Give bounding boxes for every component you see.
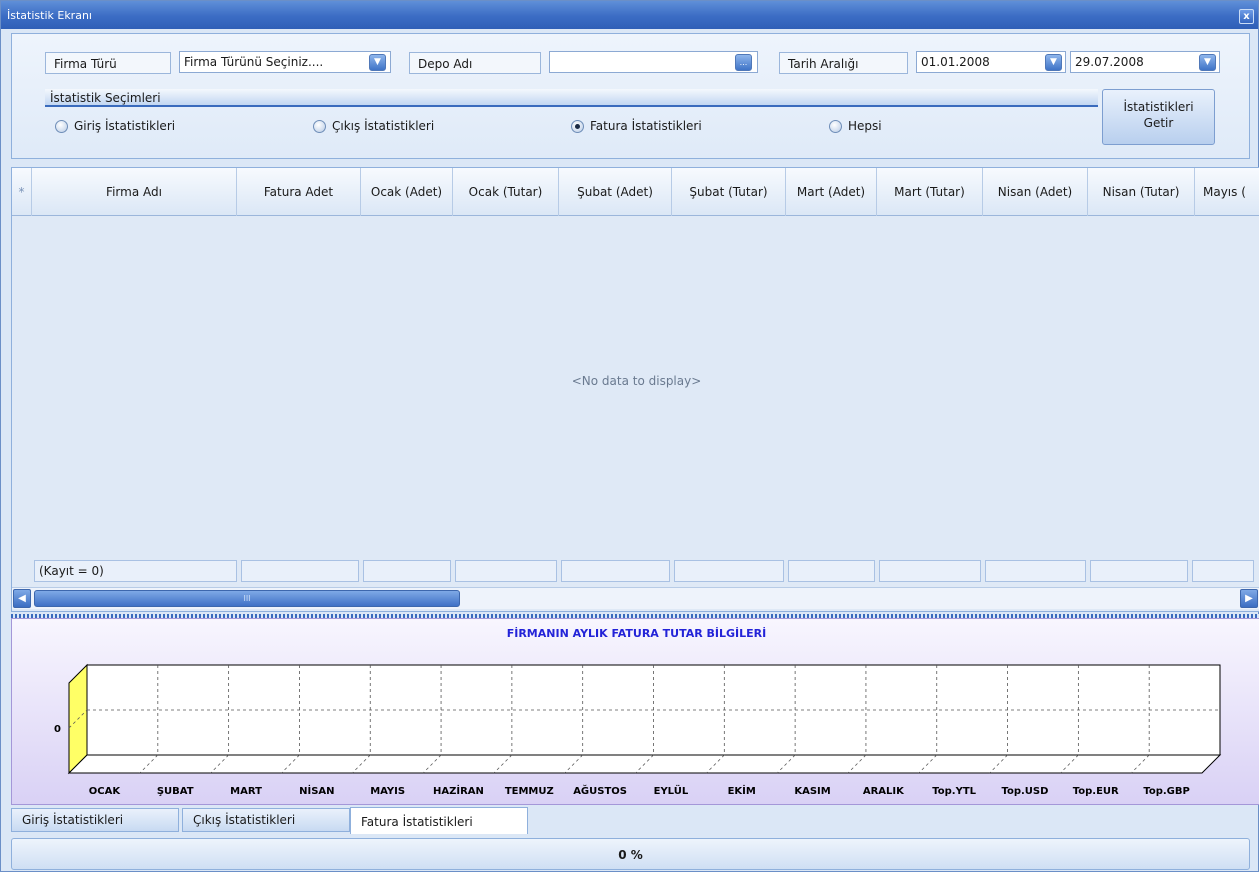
column-header[interactable]: Ocak (Adet) bbox=[361, 168, 453, 216]
footer-cell bbox=[674, 560, 784, 582]
column-header[interactable]: Şubat (Tutar) bbox=[672, 168, 786, 216]
radio-fatura[interactable]: Fatura İstatistikleri bbox=[571, 117, 702, 135]
footer-record-count: (Kayıt = 0) bbox=[34, 560, 237, 582]
footer-cell bbox=[788, 560, 875, 582]
progress-text: 0 % bbox=[618, 848, 643, 862]
footer-cell bbox=[879, 560, 981, 582]
radio-label: Çıkış İstatistikleri bbox=[332, 119, 435, 133]
radio-hepsi[interactable]: Hepsi bbox=[829, 117, 882, 135]
column-header[interactable]: Fatura Adet bbox=[237, 168, 361, 216]
x-tick-label: Top.YTL bbox=[932, 786, 976, 797]
radio-dot-icon bbox=[55, 119, 68, 133]
depo-label: Depo Adı bbox=[409, 52, 541, 74]
statistics-window: İstatistik Ekranı x Firma Türü Firma Tür… bbox=[0, 0, 1259, 872]
get-statistics-label-line1: İstatistikleri bbox=[1123, 100, 1194, 114]
tarih-end-dropdown-icon[interactable]: ▼ bbox=[1199, 54, 1216, 71]
progress-bar: 0 % bbox=[11, 838, 1250, 870]
firma-turu-combo[interactable]: Firma Türünü Seçiniz.... bbox=[179, 51, 391, 73]
x-tick-label: Top.USD bbox=[1001, 786, 1048, 797]
no-data-message: <No data to display> bbox=[571, 374, 702, 388]
firma-turu-value: Firma Türünü Seçiniz.... bbox=[184, 55, 324, 69]
radio-dot-icon bbox=[829, 119, 842, 133]
footer-cell bbox=[1192, 560, 1254, 582]
tab-cikis[interactable]: Çıkış İstatistikleri bbox=[182, 808, 350, 832]
y-tick-label: 0 bbox=[54, 724, 61, 735]
tarih-label: Tarih Aralığı bbox=[779, 52, 908, 74]
radio-label: Fatura İstatistikleri bbox=[590, 119, 702, 133]
x-tick-label: Top.EUR bbox=[1073, 786, 1119, 797]
radio-cikis[interactable]: Çıkış İstatistikleri bbox=[313, 117, 434, 135]
window-title: İstatistik Ekranı bbox=[7, 9, 92, 22]
x-tick-label: EYLÜL bbox=[654, 783, 689, 797]
scroll-right-icon[interactable]: ▶ bbox=[1240, 589, 1258, 608]
grid-footer: (Kayıt = 0) bbox=[12, 557, 1259, 583]
x-tick-label: EKİM bbox=[728, 783, 756, 797]
column-header[interactable]: Mayıs ( bbox=[1195, 168, 1259, 216]
footer-cell bbox=[561, 560, 670, 582]
grid-header: * Firma Adı Fatura Adet Ocak (Adet) Ocak… bbox=[12, 168, 1259, 216]
x-tick-label: HAZİRAN bbox=[433, 783, 484, 797]
footer-cell bbox=[1090, 560, 1188, 582]
firma-turu-dropdown-icon[interactable]: ▼ bbox=[369, 54, 386, 71]
x-tick-label: AĞUSTOS bbox=[573, 784, 627, 797]
column-header[interactable]: Nisan (Adet) bbox=[983, 168, 1088, 216]
x-tick-label: OCAK bbox=[89, 786, 122, 797]
footer-cell bbox=[363, 560, 451, 582]
monthly-invoice-chart: FİRMANIN AYLIK FATURA TUTAR BİLGİLERİ 0O… bbox=[11, 618, 1259, 805]
scroll-left-icon[interactable]: ◀ bbox=[13, 589, 31, 608]
tarih-start-input[interactable]: 01.01.2008 bbox=[916, 51, 1066, 73]
depo-browse-button[interactable]: ... bbox=[735, 54, 752, 71]
title-bar[interactable]: İstatistik Ekranı x bbox=[1, 1, 1258, 29]
column-header[interactable]: Nisan (Tutar) bbox=[1088, 168, 1195, 216]
x-tick-label: TEMMUZ bbox=[505, 786, 554, 797]
footer-cell bbox=[241, 560, 359, 582]
horizontal-scrollbar[interactable]: ◀ III ▶ bbox=[12, 587, 1259, 609]
radio-giris[interactable]: Giriş İstatistikleri bbox=[55, 117, 175, 135]
tarih-start-value: 01.01.2008 bbox=[921, 55, 990, 69]
column-header[interactable]: Mart (Tutar) bbox=[877, 168, 983, 216]
statistics-grid[interactable]: * Firma Adı Fatura Adet Ocak (Adet) Ocak… bbox=[11, 167, 1259, 612]
column-header[interactable]: Mart (Adet) bbox=[786, 168, 877, 216]
x-tick-label: MAYIS bbox=[370, 786, 405, 797]
new-row-indicator-icon: * bbox=[12, 168, 32, 216]
stat-group-header: İstatistik Seçimleri bbox=[45, 89, 1098, 107]
get-statistics-button[interactable]: İstatistikleri Getir bbox=[1102, 89, 1215, 145]
scroll-thumb[interactable]: III bbox=[34, 590, 460, 607]
footer-cell bbox=[455, 560, 557, 582]
tarih-end-value: 29.07.2008 bbox=[1075, 55, 1144, 69]
radio-label: Hepsi bbox=[848, 119, 882, 133]
x-tick-label: MART bbox=[230, 786, 262, 797]
radio-dot-selected-icon bbox=[571, 119, 584, 133]
column-header[interactable]: Ocak (Tutar) bbox=[453, 168, 559, 216]
filter-panel: Firma Türü Firma Türünü Seçiniz.... ▼ De… bbox=[11, 33, 1250, 159]
tarih-start-dropdown-icon[interactable]: ▼ bbox=[1045, 54, 1062, 71]
tab-strip: Giriş İstatistikleri Çıkış İstatistikler… bbox=[11, 807, 1259, 835]
tab-giris[interactable]: Giriş İstatistikleri bbox=[11, 808, 179, 832]
stat-group-title: İstatistik Seçimleri bbox=[50, 91, 161, 105]
x-tick-label: Top.GBP bbox=[1143, 786, 1189, 797]
depo-input[interactable] bbox=[549, 51, 758, 73]
get-statistics-label-line2: Getir bbox=[1143, 116, 1174, 130]
chart-plot: 0 OCAK ŞUBAT MART NİSAN MAYIS HAZİRAN TEMMUZ AĞU… bbox=[54, 663, 1222, 797]
x-tick-label: NİSAN bbox=[299, 783, 334, 797]
column-header[interactable]: Şubat (Adet) bbox=[559, 168, 672, 216]
radio-dot-icon bbox=[313, 119, 326, 133]
x-tick-label: KASIM bbox=[794, 786, 830, 797]
tarih-end-input[interactable]: 29.07.2008 bbox=[1070, 51, 1220, 73]
tab-fatura[interactable]: Fatura İstatistikleri bbox=[350, 807, 528, 834]
x-tick-label: ŞUBAT bbox=[157, 786, 194, 797]
footer-cell bbox=[985, 560, 1086, 582]
x-tick-label: ARALIK bbox=[863, 786, 905, 797]
firma-turu-label: Firma Türü bbox=[45, 52, 171, 74]
close-button[interactable]: x bbox=[1239, 9, 1254, 24]
radio-label: Giriş İstatistikleri bbox=[74, 119, 176, 133]
column-header[interactable]: Firma Adı bbox=[32, 168, 237, 216]
scroll-grip: III bbox=[243, 594, 251, 603]
